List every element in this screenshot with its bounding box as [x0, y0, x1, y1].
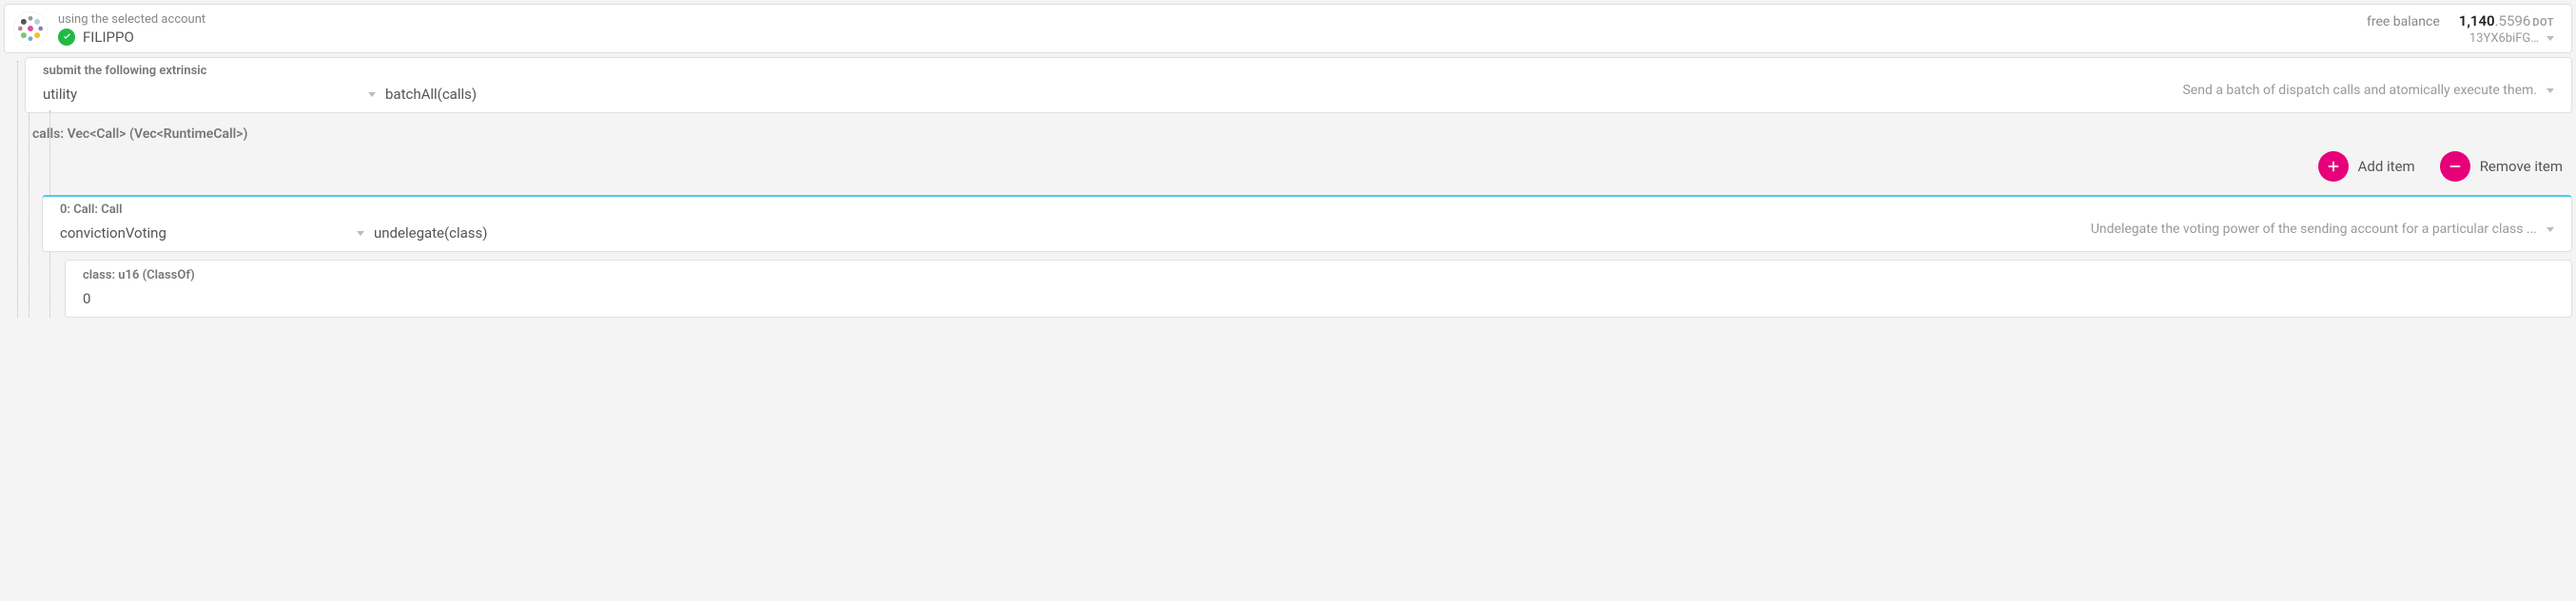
plus-icon [2318, 151, 2349, 182]
account-name: FILIPPO [83, 29, 134, 46]
extrinsic-label: submit the following extrinsic [43, 64, 376, 78]
account-address: 13YX6biFG… [2469, 31, 2539, 46]
tree-line [17, 61, 18, 318]
identicon [12, 10, 49, 47]
call-description: Undelegate the voting power of the sendi… [2091, 203, 2537, 237]
call-header: 0: Call: Call [60, 203, 364, 217]
param-label: class: u16 (ClassOf) [83, 268, 2554, 282]
balance-label: free balance [2367, 14, 2440, 29]
remove-item-button[interactable]: Remove item [2440, 151, 2563, 182]
call-module-dropdown[interactable]: convictionVoting [60, 221, 364, 242]
chevron-down-icon[interactable] [2547, 227, 2554, 232]
param-value: 0 [83, 286, 2554, 307]
chevron-down-icon[interactable] [2547, 36, 2554, 41]
add-item-button[interactable]: Add item [2318, 151, 2415, 182]
minus-icon [2440, 151, 2470, 182]
extrinsic-description: Send a batch of dispatch calls and atomi… [2182, 64, 2537, 98]
verified-icon [58, 29, 75, 46]
chevron-down-icon [368, 92, 376, 97]
method-dropdown[interactable]: batchAll(calls) [385, 82, 2182, 103]
module-dropdown[interactable]: utility [43, 82, 376, 103]
account-selector[interactable]: using the selected account FILIPPO free … [4, 4, 2572, 53]
balance-value: 1,140.5596DOT [2459, 12, 2554, 29]
chevron-down-icon [357, 231, 364, 236]
call-method-dropdown[interactable]: undelegate(class) [374, 221, 2091, 242]
account-label: using the selected account [58, 12, 2367, 27]
param-field[interactable]: class: u16 (ClassOf) 0 [65, 260, 2572, 318]
chevron-down-icon[interactable] [2547, 88, 2554, 93]
extrinsic-selector: submit the following extrinsic utility b… [25, 57, 2572, 113]
calls-label: calls: Vec<Call> (Vec<RuntimeCall>) [32, 126, 2572, 142]
call-item: 0: Call: Call convictionVoting undelegat… [42, 195, 2572, 252]
